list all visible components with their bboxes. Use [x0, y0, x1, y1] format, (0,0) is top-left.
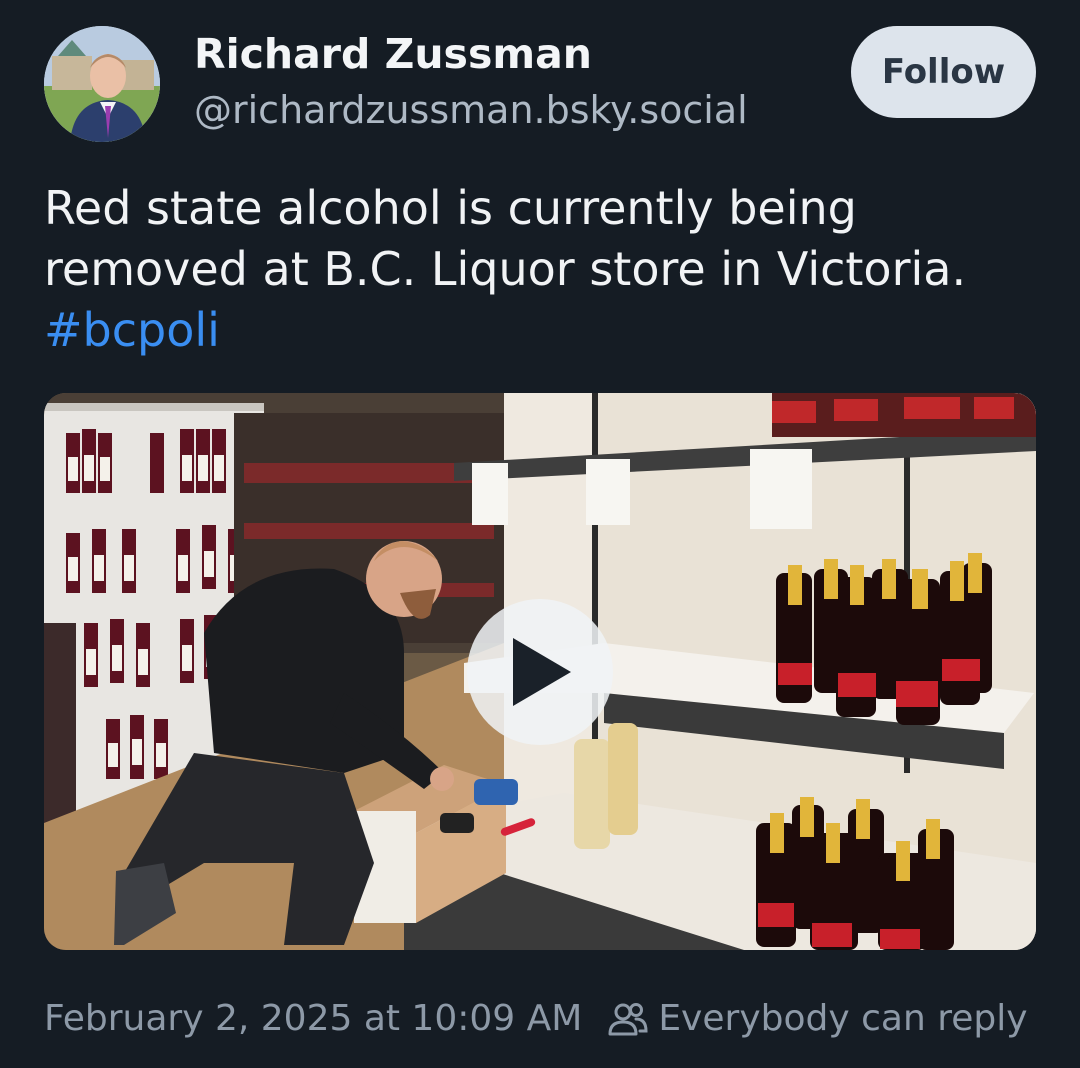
post-text-line: removed at B.C. Liquor store in Victoria…	[44, 242, 967, 296]
avatar[interactable]	[44, 26, 160, 142]
people-icon	[608, 1001, 648, 1037]
play-icon	[513, 638, 571, 706]
play-button[interactable]	[467, 599, 613, 745]
author-display-name[interactable]: Richard Zussman	[194, 30, 592, 78]
profile-photo-icon	[44, 26, 160, 142]
post-text: Red state alcohol is currently being rem…	[44, 178, 1044, 361]
reply-setting: Everybody can reply	[658, 998, 1028, 1039]
post-timestamp[interactable]: February 2, 2025 at 10:09 AM	[44, 998, 582, 1039]
post-footer: February 2, 2025 at 10:09 AM Everybody c…	[44, 998, 1028, 1039]
hashtag-link[interactable]: #bcpoli	[44, 300, 1044, 361]
video-embed[interactable]	[44, 393, 1036, 950]
follow-button[interactable]: Follow	[851, 26, 1036, 118]
author-handle[interactable]: @richardzussman.bsky.social	[194, 88, 748, 132]
post-text-line: Red state alcohol is currently being	[44, 181, 857, 235]
